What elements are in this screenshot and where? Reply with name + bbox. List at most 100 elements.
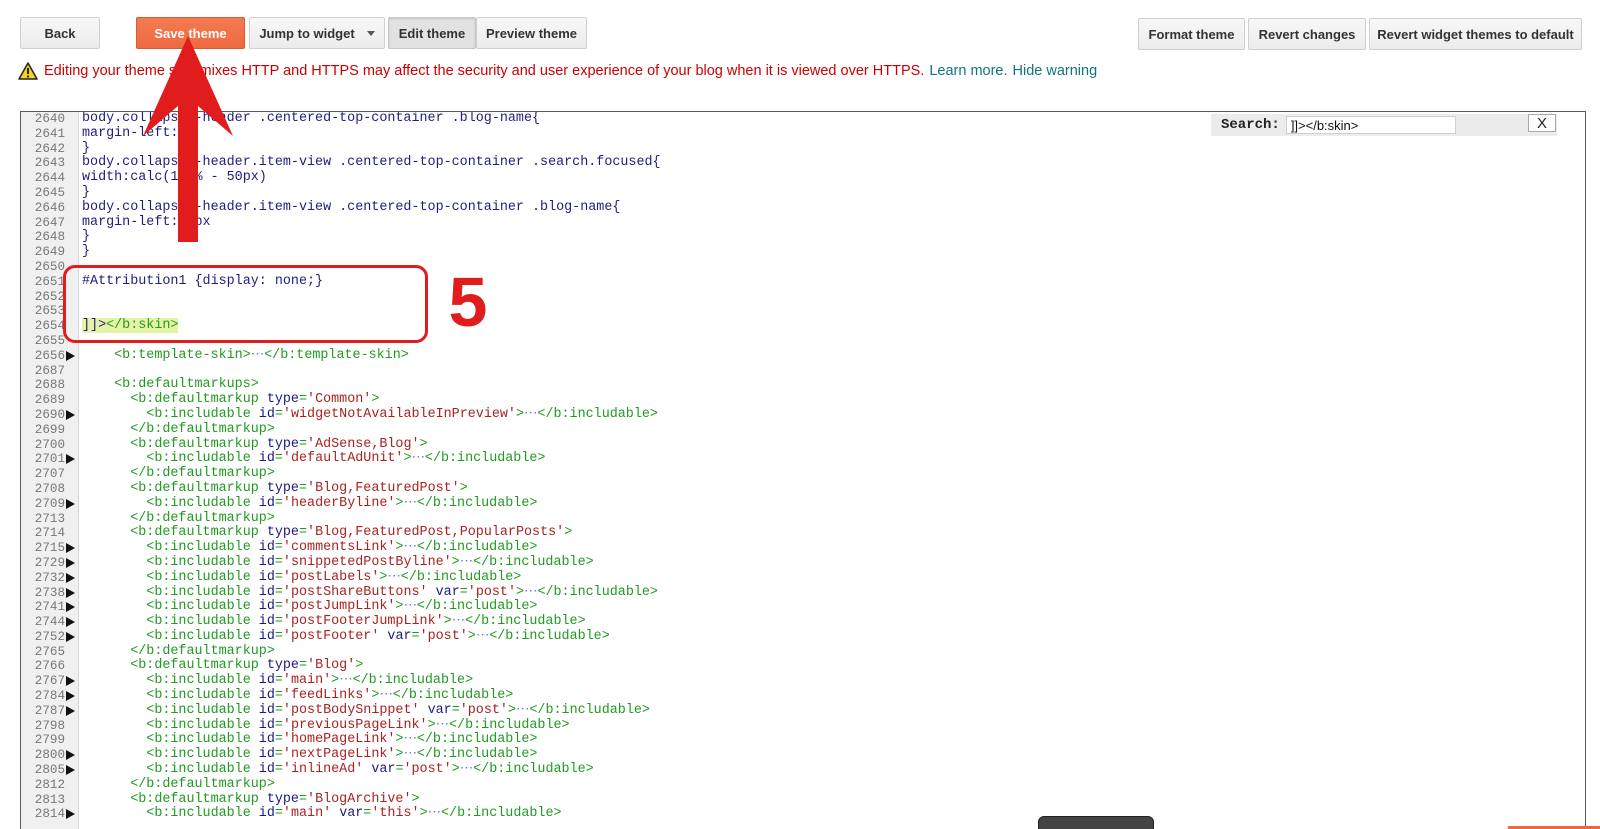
- collapsed-ellipsis-icon[interactable]: ⋯: [524, 585, 537, 600]
- code-line[interactable]: 2805 <b:includable id='inlineAd' var='po…: [21, 762, 1585, 778]
- line-number: 2699: [34, 422, 65, 437]
- code-line[interactable]: 2714 <b:defaultmarkup type='Blog,Feature…: [21, 525, 1585, 541]
- code-line[interactable]: 2708 <b:defaultmarkup type='Blog,Feature…: [21, 481, 1585, 497]
- code-line[interactable]: 2752 <b:includable id='postFooter' var='…: [21, 629, 1585, 645]
- code-text: <b:includable id='headerByline'>⋯</b:inc…: [82, 496, 537, 512]
- code-line[interactable]: 2766 <b:defaultmarkup type='Blog'>: [21, 659, 1585, 674]
- collapsed-ellipsis-icon[interactable]: ⋯: [403, 747, 416, 762]
- code-line[interactable]: 2729 <b:includable id='snippetedPostByli…: [21, 555, 1585, 571]
- code-line[interactable]: 2713 </b:defaultmarkup>: [21, 511, 1585, 527]
- collapsed-ellipsis-icon[interactable]: ⋯: [379, 688, 392, 703]
- expand-fold-icon[interactable]: [66, 409, 75, 420]
- expand-fold-icon[interactable]: [66, 617, 75, 628]
- collapsed-ellipsis-icon[interactable]: ⋯: [251, 348, 264, 363]
- collapsed-ellipsis-icon[interactable]: ⋯: [403, 496, 416, 511]
- edit-theme-button[interactable]: Edit theme: [388, 17, 476, 49]
- code-line[interactable]: 2688 <b:defaultmarkups>: [21, 377, 1585, 393]
- code-line[interactable]: 2738 <b:includable id='postShareButtons'…: [21, 585, 1585, 601]
- code-line[interactable]: 2649}: [21, 244, 1585, 260]
- expand-fold-icon[interactable]: [66, 602, 75, 613]
- expand-fold-icon[interactable]: [66, 498, 75, 509]
- preview-theme-button[interactable]: Preview theme: [476, 17, 587, 49]
- code-token: <b:includable: [82, 569, 259, 585]
- code-line[interactable]: 2642}: [21, 141, 1585, 157]
- code-line[interactable]: 2744 <b:includable id='postFooterJumpLin…: [21, 614, 1585, 630]
- code-line[interactable]: 2784 <b:includable id='feedLinks'>⋯</b:i…: [21, 688, 1585, 704]
- collapsed-ellipsis-icon[interactable]: ⋯: [412, 451, 425, 466]
- code-token: 'BlogArchive': [307, 791, 412, 807]
- collapsed-ellipsis-icon[interactable]: ⋯: [436, 718, 449, 733]
- line-number: 2729: [34, 555, 65, 570]
- expand-fold-icon[interactable]: [66, 691, 75, 702]
- collapsed-ellipsis-icon[interactable]: ⋯: [476, 629, 489, 644]
- collapsed-ellipsis-icon[interactable]: ⋯: [403, 540, 416, 555]
- code-line[interactable]: 2701 <b:includable id='defaultAdUnit'>⋯<…: [21, 451, 1585, 467]
- expand-fold-icon[interactable]: [66, 557, 75, 568]
- revert-widget-themes-button[interactable]: Revert widget themes to default: [1369, 18, 1582, 50]
- code-line[interactable]: 2647 margin-left:40px: [21, 215, 1585, 231]
- expand-fold-icon[interactable]: [66, 350, 75, 361]
- code-line[interactable]: 2767 <b:includable id='main'>⋯</b:includ…: [21, 673, 1585, 689]
- close-search-button[interactable]: X: [1528, 114, 1556, 132]
- expand-fold-icon[interactable]: [66, 454, 75, 465]
- collapsed-ellipsis-icon[interactable]: ⋯: [387, 570, 400, 585]
- revert-changes-button[interactable]: Revert changes: [1248, 18, 1366, 50]
- code-line[interactable]: 2648}: [21, 229, 1585, 245]
- expand-fold-icon[interactable]: [66, 705, 75, 716]
- format-theme-button[interactable]: Format theme: [1138, 18, 1245, 50]
- code-line[interactable]: 2690 <b:includable id='widgetNotAvailabl…: [21, 406, 1585, 423]
- code-token: type: [266, 392, 299, 408]
- hide-warning-link[interactable]: Hide warning: [1013, 63, 1098, 79]
- expand-fold-icon[interactable]: [66, 750, 75, 761]
- expand-fold-icon[interactable]: [66, 587, 75, 598]
- code-line[interactable]: 2646 body.collapsed-header.item-view .cen…: [21, 200, 1585, 216]
- learn-more-link[interactable]: Learn more.: [929, 63, 1007, 79]
- expand-fold-icon[interactable]: [66, 631, 75, 642]
- code-token: >: [443, 614, 452, 630]
- collapsed-ellipsis-icon[interactable]: ⋯: [452, 614, 465, 629]
- code-line[interactable]: 2644 width:calc(100% - 50px): [21, 170, 1585, 186]
- code-line[interactable]: 2812 </b:defaultmarkup>: [21, 777, 1585, 793]
- code-line[interactable]: 2800 <b:includable id='nextPageLink'>⋯</…: [21, 747, 1585, 763]
- code-line[interactable]: 2715 <b:includable id='commentsLink'>⋯</…: [21, 540, 1585, 556]
- code-token: >: [515, 406, 525, 422]
- collapsed-ellipsis-icon[interactable]: ⋯: [524, 407, 537, 422]
- back-button[interactable]: Back: [20, 17, 100, 49]
- code-line[interactable]: 2656 <b:template-skin>⋯</b:template-skin…: [21, 347, 1585, 364]
- collapsed-ellipsis-icon[interactable]: ⋯: [339, 673, 352, 688]
- theme-code-editor[interactable]: 2640 body.collapsed-header .centered-top-…: [20, 111, 1586, 829]
- expand-fold-icon[interactable]: [66, 572, 75, 583]
- collapsed-ellipsis-icon[interactable]: ⋯: [428, 806, 441, 822]
- code-line[interactable]: 2699 </b:defaultmarkup>: [21, 422, 1585, 438]
- expand-fold-icon[interactable]: [66, 809, 75, 820]
- collapsed-ellipsis-icon[interactable]: ⋯: [516, 703, 529, 718]
- code-line[interactable]: 2741 <b:includable id='postJumpLink'>⋯</…: [21, 599, 1585, 615]
- collapsed-ellipsis-icon[interactable]: ⋯: [403, 599, 416, 614]
- code-token: >: [355, 658, 364, 674]
- expand-fold-icon[interactable]: [66, 765, 75, 776]
- collapsed-ellipsis-icon[interactable]: ⋯: [460, 555, 473, 570]
- code-line[interactable]: 2700 <b:defaultmarkup type='AdSense,Blog…: [21, 437, 1585, 453]
- code-line[interactable]: 2798 <b:includable id='previousPageLink'…: [21, 718, 1585, 734]
- code-line[interactable]: 2687: [21, 364, 1585, 379]
- code-line[interactable]: 2645}: [21, 185, 1585, 201]
- code-line[interactable]: 2732 <b:includable id='postLabels'>⋯</b:…: [21, 569, 1585, 586]
- code-line[interactable]: 2707 </b:defaultmarkup>: [21, 466, 1585, 482]
- code-token: <b:template-skin>: [82, 347, 251, 363]
- search-input[interactable]: [1285, 116, 1456, 134]
- code-line[interactable]: 2765 </b:defaultmarkup>: [21, 644, 1585, 660]
- code-line[interactable]: 2813 <b:defaultmarkup type='BlogArchive'…: [21, 791, 1585, 808]
- code-token: id: [258, 614, 275, 630]
- collapsed-ellipsis-icon[interactable]: ⋯: [460, 762, 473, 777]
- code-line[interactable]: 2643 body.collapsed-header.item-view .cen…: [21, 155, 1585, 171]
- code-line[interactable]: 2689 <b:defaultmarkup type='Common'>: [21, 392, 1585, 408]
- code-line[interactable]: 2709 <b:includable id='headerByline'>⋯</…: [21, 496, 1585, 512]
- collapsed-ellipsis-icon[interactable]: ⋯: [403, 732, 416, 748]
- expand-fold-icon[interactable]: [66, 543, 75, 554]
- code-line[interactable]: 2814 <b:includable id='main' var='this'>…: [21, 807, 1585, 822]
- expand-fold-icon[interactable]: [66, 676, 75, 687]
- code-line[interactable]: 2787 <b:includable id='postBodySnippet' …: [21, 703, 1585, 719]
- code-token: <b:includable: [82, 806, 259, 822]
- code-line[interactable]: 2799 <b:includable id='homePageLink'>⋯</…: [21, 733, 1585, 748]
- jump-to-widget-dropdown[interactable]: Jump to widget: [249, 17, 385, 49]
